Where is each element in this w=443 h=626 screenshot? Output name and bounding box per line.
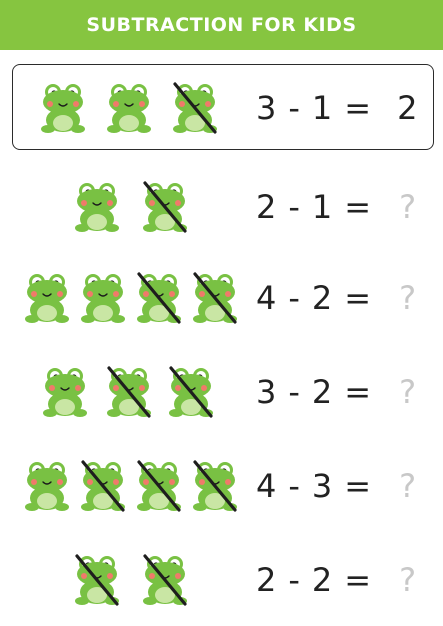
minuend: 3 [256, 373, 277, 411]
frog-icon [80, 272, 126, 324]
minuend: 2 [256, 561, 277, 599]
subtrahend: 3 [311, 467, 333, 505]
minus-sign: - [288, 467, 300, 505]
example-row: 3-1 = 2 [0, 78, 443, 138]
minuend: 4 [256, 279, 277, 317]
minus-sign: - [288, 373, 300, 411]
subtrahend: 2 [311, 561, 333, 599]
crossed-frog-icon [106, 366, 152, 418]
subtrahend: 1 [311, 89, 333, 127]
frog-icon [42, 366, 88, 418]
exercise-row: 4-3 =? [0, 456, 443, 516]
equals-sign: = [344, 467, 372, 505]
subtrahend: 2 [311, 279, 333, 317]
crossed-frog-icon [80, 460, 126, 512]
crossed-frog-icon [142, 181, 188, 233]
answer-placeholder: ? [399, 561, 417, 599]
equals-sign: = [344, 89, 372, 127]
crossed-frog-icon [74, 554, 120, 606]
minuend: 4 [256, 467, 277, 505]
equation: 3-2 =? [256, 362, 416, 422]
frog-icon [40, 82, 86, 134]
frog-icon [106, 82, 152, 134]
equals-sign: = [344, 561, 372, 599]
crossed-frog-icon [142, 554, 188, 606]
subtrahend: 2 [311, 373, 333, 411]
equals-sign: = [344, 373, 372, 411]
minuend: 2 [256, 188, 277, 226]
minus-sign: - [288, 279, 300, 317]
minus-sign: - [288, 89, 300, 127]
equation: 3-1 = 2 [256, 78, 417, 138]
equals-sign: = [344, 188, 372, 226]
exercise-row: 4-2 =? [0, 268, 443, 328]
crossed-frog-icon [192, 272, 238, 324]
minuend: 3 [256, 89, 277, 127]
equals-sign: = [344, 279, 372, 317]
crossed-frog-icon [136, 460, 182, 512]
page-title: SUBTRACTION FOR KIDS [86, 14, 357, 36]
answer-placeholder: ? [399, 188, 417, 226]
subtrahend: 1 [311, 188, 333, 226]
equation: 4-3 =? [256, 456, 416, 516]
frog-icon [24, 272, 70, 324]
equation: 4-2 =? [256, 268, 416, 328]
crossed-frog-icon [172, 82, 218, 134]
exercise-row: 2-1 =? [0, 177, 443, 237]
frog-icon [74, 181, 120, 233]
answer-placeholder: ? [399, 279, 417, 317]
crossed-frog-icon [192, 460, 238, 512]
answer-placeholder: ? [399, 373, 417, 411]
exercise-row: 3-2 =? [0, 362, 443, 422]
equation: 2-2 =? [256, 550, 416, 610]
answer: 2 [397, 89, 418, 127]
minus-sign: - [288, 561, 300, 599]
minus-sign: - [288, 188, 300, 226]
frog-icon [24, 460, 70, 512]
title-banner: SUBTRACTION FOR KIDS [0, 0, 443, 50]
crossed-frog-icon [136, 272, 182, 324]
exercise-row: 2-2 =? [0, 550, 443, 610]
answer-placeholder: ? [399, 467, 417, 505]
equation: 2-1 =? [256, 177, 416, 237]
crossed-frog-icon [168, 366, 214, 418]
